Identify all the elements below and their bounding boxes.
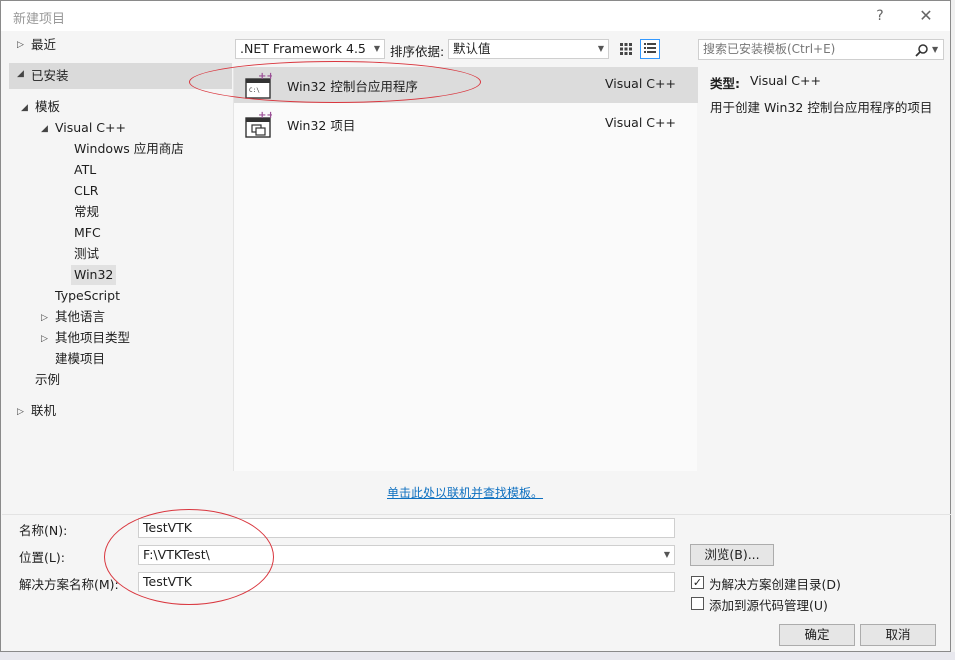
chevron-down-icon: ▼ <box>373 44 380 53</box>
solution-name-input[interactable]: TestVTK <box>138 572 675 592</box>
grid-view-button[interactable] <box>616 39 636 59</box>
collapse-down-icon[interactable]: ◢ <box>41 124 48 134</box>
tree-item-general[interactable]: 常规 <box>74 202 99 222</box>
divider <box>2 514 951 515</box>
tree-item-modeling[interactable]: 建模项目 <box>55 349 105 369</box>
sort-select[interactable]: 默认值 ▼ <box>448 39 609 59</box>
help-button[interactable]: ? <box>865 3 895 29</box>
dialog-title: 新建项目 <box>13 12 66 27</box>
console-app-icon: C:\ ++ <box>245 72 272 99</box>
browse-button[interactable]: 浏览(B)... <box>690 544 774 566</box>
framework-select[interactable]: .NET Framework 4.5 ▼ <box>235 39 385 59</box>
tree-item-other-languages[interactable]: 其他语言 <box>55 307 105 327</box>
online-templates-link[interactable]: 单击此处以联机并查找模板。 <box>387 484 543 501</box>
search-icon[interactable] <box>915 43 929 57</box>
svg-text:C:\: C:\ <box>249 87 260 94</box>
tree-item-mfc[interactable]: MFC <box>74 223 101 243</box>
collapse-down-icon[interactable]: ◢ <box>21 103 28 113</box>
detail-description: 用于创建 Win32 控制台应用程序的项目 <box>710 100 933 115</box>
search-placeholder: 搜索已安装模板(Ctrl+E) <box>703 42 836 56</box>
location-value: F:\VTKTest\ <box>143 547 210 562</box>
detail-type-value: Visual C++ <box>750 73 821 88</box>
name-label: 名称(N): <box>19 523 68 538</box>
source-control-label[interactable]: 添加到源代码管理(U) <box>709 595 828 614</box>
background-window-strip <box>0 652 955 660</box>
location-label: 位置(L): <box>19 550 65 565</box>
expand-right-icon[interactable]: ▷ <box>41 313 48 323</box>
close-button[interactable]: ✕ <box>911 3 941 29</box>
location-combobox[interactable]: F:\VTKTest\ ▼ <box>138 545 675 565</box>
tree-item-templates[interactable]: 模板 <box>35 97 60 117</box>
win32-project-icon: ++ <box>245 111 272 138</box>
tree-item-win32[interactable]: Win32 <box>71 265 117 285</box>
template-tree: ▷ 最近 ◢ 已安装 ◢ 模板 ◢ Visual C++ Windows 应用商… <box>9 33 232 515</box>
tree-item-test[interactable]: 测试 <box>74 244 99 264</box>
name-value: TestVTK <box>143 520 192 535</box>
template-detail-panel: 类型: Visual C++ 用于创建 Win32 控制台应用程序的项目 <box>698 67 949 471</box>
tree-item-other-project-types[interactable]: 其他项目类型 <box>55 328 130 348</box>
tree-item-samples[interactable]: 示例 <box>35 370 60 390</box>
cancel-button[interactable]: 取消 <box>860 624 936 646</box>
list-view-icon <box>644 43 656 53</box>
tree-item-clr[interactable]: CLR <box>74 181 98 201</box>
template-name: Win32 控制台应用程序 <box>287 79 418 94</box>
expand-right-icon[interactable]: ▷ <box>41 334 48 344</box>
sort-value: 默认值 <box>453 41 491 56</box>
template-name: Win32 项目 <box>287 118 356 133</box>
template-search-input[interactable]: 搜索已安装模板(Ctrl+E) ▼ <box>698 39 944 60</box>
tree-item-online[interactable]: 联机 <box>31 401 56 421</box>
chevron-down-icon[interactable]: ▼ <box>664 546 670 564</box>
tree-item-installed[interactable]: ◢ 已安装 <box>9 63 232 89</box>
create-directory-label[interactable]: 为解决方案创建目录(D) <box>709 574 841 593</box>
expand-right-icon[interactable]: ▷ <box>17 40 24 50</box>
detail-type-label: 类型: <box>710 76 740 91</box>
solution-name-label: 解决方案名称(M): <box>19 577 119 592</box>
tree-item-visual-cpp[interactable]: Visual C++ <box>55 118 126 138</box>
framework-value: .NET Framework 4.5 <box>240 41 366 56</box>
chevron-down-icon: ▼ <box>597 44 604 53</box>
template-language: Visual C++ <box>605 115 676 130</box>
title-bar: 新建项目 ? ✕ <box>1 1 950 31</box>
tree-item-recent[interactable]: 最近 <box>31 35 56 55</box>
name-input[interactable]: TestVTK <box>138 518 675 538</box>
tree-item-atl[interactable]: ATL <box>74 160 96 180</box>
checkmark-icon: ✓ <box>692 576 703 589</box>
tree-item-installed-label: 已安装 <box>31 68 69 83</box>
grid-view-icon <box>620 43 632 55</box>
sort-label: 排序依据: <box>390 44 445 59</box>
expand-right-icon[interactable]: ▷ <box>17 407 24 417</box>
create-directory-checkbox[interactable]: ✓ <box>691 576 704 589</box>
source-control-checkbox[interactable] <box>691 597 704 610</box>
template-item-console[interactable]: C:\ ++ Win32 控制台应用程序 Visual C++ <box>234 67 698 103</box>
svg-text:++: ++ <box>258 111 272 121</box>
svg-text:++: ++ <box>258 72 272 82</box>
collapse-down-icon[interactable]: ◢ <box>17 69 24 79</box>
template-list: C:\ ++ Win32 控制台应用程序 Visual C++ ++ Win32… <box>233 67 698 471</box>
tree-item-windows-store[interactable]: Windows 应用商店 <box>74 139 184 159</box>
chevron-down-icon[interactable]: ▼ <box>932 40 938 59</box>
ok-button[interactable]: 确定 <box>779 624 855 646</box>
template-item-win32-project[interactable]: ++ Win32 项目 Visual C++ <box>234 106 698 142</box>
tree-item-typescript[interactable]: TypeScript <box>55 286 120 306</box>
new-project-dialog: 新建项目 ? ✕ ▷ 最近 ◢ 已安装 ◢ 模板 ◢ Visual C++ Wi… <box>0 0 951 652</box>
template-language: Visual C++ <box>605 76 676 91</box>
list-view-button[interactable] <box>640 39 660 59</box>
solution-name-value: TestVTK <box>143 574 192 589</box>
